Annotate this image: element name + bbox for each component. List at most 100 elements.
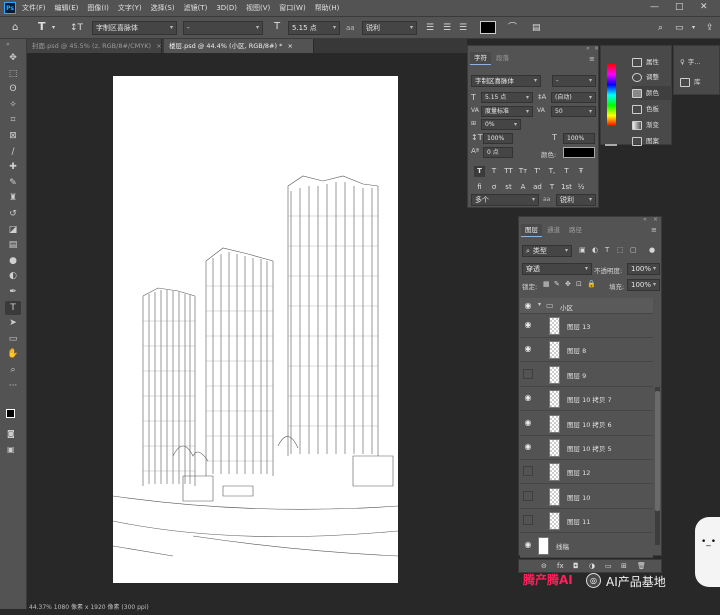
search-icon[interactable]: ⌕ [658,23,663,33]
tab-layers[interactable]: 图层 [521,224,542,237]
fx-icon[interactable]: fx [557,562,564,570]
collapse-panel-icon[interactable]: « [643,216,647,223]
close-tab-icon[interactable]: × [156,42,161,50]
collapse-panel-icon[interactable]: « [586,45,590,52]
eye-icon[interactable]: ◉ [523,540,533,550]
tab-character[interactable]: 字符 [470,52,491,65]
lock-position-icon[interactable]: ✥ [565,280,571,288]
new-group-icon[interactable]: ▭ [605,562,612,570]
layer-row[interactable]: ◉ 图层 10 拷贝 7 [520,387,653,412]
new-layer-icon[interactable]: ⊞ [621,562,627,570]
trash-icon[interactable]: 🗑 [637,562,646,570]
home-icon[interactable]: ⌂ [12,23,18,33]
opacity-field[interactable]: 100% ▾ [627,263,660,275]
filter-smart-icon[interactable]: ▢ [630,246,637,254]
tab-channels[interactable]: 通道 [543,224,564,237]
close-tab-icon[interactable]: × [287,42,292,50]
menu-filter[interactable]: 滤镜(T) [184,3,208,13]
eye-icon[interactable]: ◉ [523,301,533,311]
menu-type[interactable]: 文字(Y) [118,3,142,13]
glyph-button[interactable]: ad [532,182,543,193]
share-icon[interactable]: ⇪ [706,23,714,33]
glyph-button[interactable]: T' [532,166,543,177]
screen-mode-icon[interactable]: ▣ [7,445,15,454]
photoshop-logo[interactable]: Ps [4,2,16,14]
close-panel-icon[interactable]: × [594,45,599,52]
tool-preset-caret-icon[interactable]: ▾ [52,23,55,33]
glyph-button[interactable]: T [561,166,572,177]
add-mask-icon[interactable]: ◘ [573,562,579,570]
zoom-tool-icon[interactable]: ⌕ [5,363,21,377]
blend-mode-select[interactable]: 穿透 ▾ [522,263,592,275]
glyph-button[interactable]: T [489,166,500,177]
pen-tool-icon[interactable]: ✒ [5,285,21,299]
lasso-tool-icon[interactable]: ʘ [5,82,21,96]
char-baseline-field[interactable]: 0 点 [483,147,513,158]
layer-row[interactable]: ◉ 图层 10 拷贝 5 [520,436,653,460]
side-libraries[interactable]: 库 [680,75,720,89]
shape-tool-icon[interactable]: ▭ [5,332,21,346]
glyph-button[interactable]: fi [474,182,485,193]
char-anti-alias-select[interactable]: 锐利 ▾ [556,194,596,206]
healing-tool-icon[interactable]: ✚ [5,160,21,174]
foreground-color-swatch[interactable] [6,409,15,418]
char-language-select[interactable]: 多个 ▾ [471,194,539,206]
eraser-tool-icon[interactable]: ◪ [5,223,21,237]
eye-icon[interactable] [523,466,533,477]
char-vertical-scale-field[interactable]: 100% [483,133,513,144]
menu-view[interactable]: 视图(V) [246,3,270,13]
glyph-button[interactable]: 1st [561,182,572,193]
lock-all-icon[interactable]: 🔒 [587,280,596,288]
char-font-family-select[interactable]: 字制区喜脉体 ▾ [471,75,541,87]
layer-row-sketch[interactable]: ◉ 线稿 [520,534,653,558]
path-select-tool-icon[interactable]: ➤ [5,316,21,330]
align-center-icon[interactable]: ☰ [443,23,451,33]
toggle-panels-icon[interactable]: ▤ [532,23,541,33]
gradient-tool-icon[interactable]: ▤ [5,238,21,252]
eye-icon[interactable] [523,490,533,501]
glyph-button[interactable]: Ŧ [576,166,587,177]
stamp-tool-icon[interactable]: ♜ [5,191,21,205]
font-style-select[interactable]: - ▾ [183,21,263,35]
side-swatches[interactable]: 色板 [632,102,672,116]
side-properties[interactable]: 属性 [632,55,672,69]
menu-window[interactable]: 窗口(W) [279,3,305,13]
anti-alias-select[interactable]: 锐利 ▾ [362,21,417,35]
filter-adjust-icon[interactable]: ◐ [592,246,598,254]
side-color[interactable]: 颜色 [632,86,672,100]
text-orientation-icon[interactable]: ↕T [70,23,83,33]
collapse-toolbar-icon[interactable]: » [6,41,10,48]
frame-tool-icon[interactable]: ⊠ [5,129,21,143]
minimize-button[interactable]: — [650,2,659,12]
side-character-short[interactable]: ♀ 字... [680,55,720,69]
glyph-button[interactable]: T [547,182,558,193]
panel-menu-icon[interactable]: ≡ [651,226,657,234]
type-tool-icon[interactable]: T [38,21,46,32]
move-tool-icon[interactable]: ✥ [5,51,21,65]
side-patterns[interactable]: 图案 [632,134,672,148]
char-color-swatch[interactable] [563,147,595,158]
char-font-size-field[interactable]: 5.15 点 ▾ [481,92,533,103]
char-kerning-select[interactable]: 度量标准 ▾ [481,106,533,117]
layer-row[interactable]: ◉ 图层 10 拷贝 6 [520,411,653,436]
warp-text-icon[interactable]: ⌒ [508,23,517,33]
filter-shape-icon[interactable]: ⬚ [617,246,624,254]
document-canvas[interactable] [113,76,398,583]
menu-image[interactable]: 图像(I) [87,3,109,13]
glyph-button[interactable]: T, [547,166,558,177]
close-panel-icon[interactable]: × [653,216,658,223]
char-font-style-select[interactable]: - ▾ [552,75,596,87]
layer-row[interactable]: 图层 11 [520,509,653,534]
fill-field[interactable]: 100% ▾ [627,279,660,291]
tab-paths[interactable]: 路径 [565,224,586,237]
char-tracking-field[interactable]: 50 ▾ [551,106,596,117]
hand-tool-icon[interactable]: ✋ [5,347,21,361]
side-adjustments[interactable]: 调整 [632,70,672,84]
lock-image-icon[interactable]: ✎ [554,280,560,288]
crop-tool-icon[interactable]: ⌗ [5,113,21,127]
more-tools-icon[interactable]: ··· [5,379,21,393]
workspace-caret-icon[interactable]: ▾ [692,23,695,33]
glyph-button[interactable]: ½ [576,182,587,193]
dodge-tool-icon[interactable]: ◐ [5,269,21,283]
layer-row[interactable]: 图层 9 [520,362,653,387]
